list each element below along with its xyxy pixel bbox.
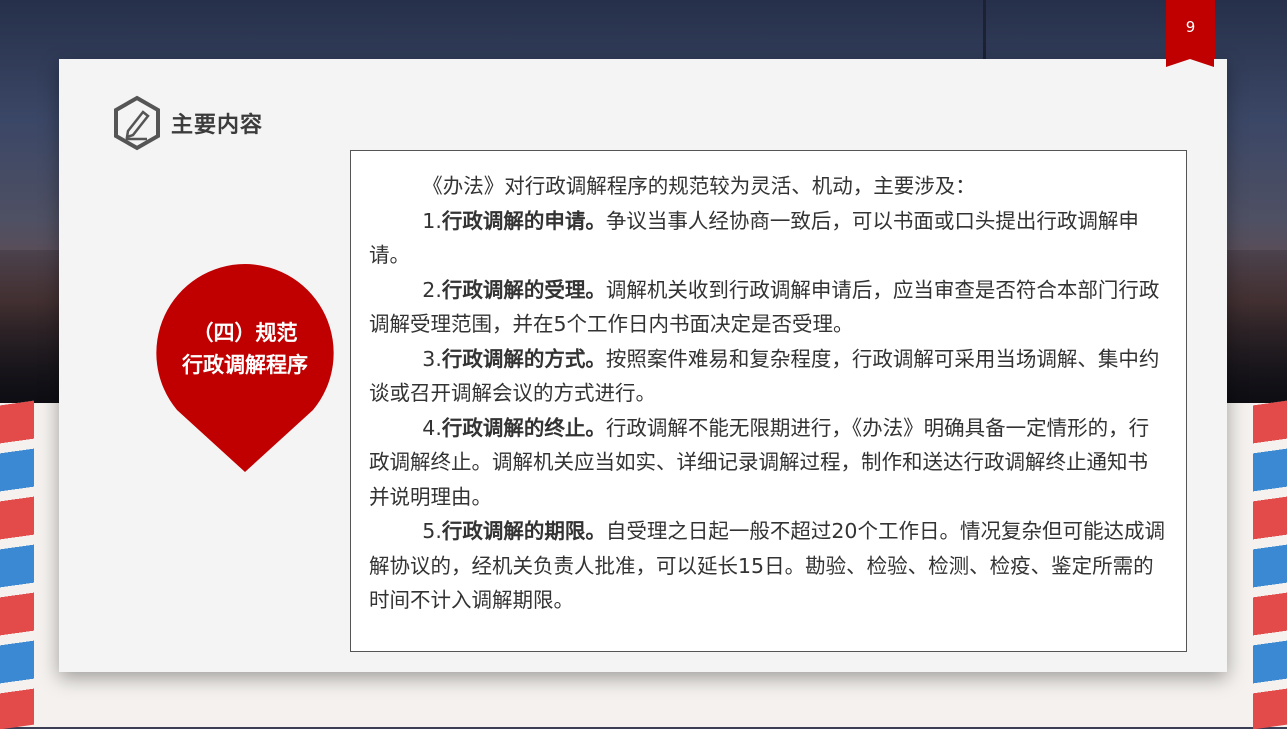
list-item: 5.行政调解的期限。自受理之日起一般不超过20个工作日。情况复杂但可能达成调解协… (369, 514, 1168, 618)
background-tower (983, 0, 986, 60)
list-item: 4.行政调解的终止。行政调解不能无限期进行，《办法》明确具备一定情形的，行政调解… (369, 411, 1168, 515)
item-number: 4. (422, 415, 442, 440)
item-title: 行政调解的受理。 (441, 277, 606, 302)
envelope-stripe-right (1253, 400, 1287, 729)
item-number: 3. (422, 346, 442, 371)
section-heading: 主要内容 (113, 95, 263, 151)
item-title: 行政调解的终止。 (441, 415, 606, 440)
heading-title: 主要内容 (171, 113, 264, 138)
badge-line-2: 行政调解程序 (182, 353, 308, 377)
badge-line-1: （四）规范 (192, 321, 298, 345)
page-number-tab: 9 (1166, 0, 1215, 67)
item-number: 2. (422, 277, 442, 302)
intro-paragraph: 《办法》对行政调解程序的规范较为灵活、机动，主要涉及： (422, 174, 976, 198)
item-title: 行政调解的申请。 (441, 208, 606, 233)
list-item: 1.行政调解的申请。争议当事人经协商一致后，可以书面或口头提出行政调解申请。 (369, 204, 1168, 273)
item-title: 行政调解的方式。 (441, 346, 606, 371)
page-number: 9 (1185, 18, 1196, 36)
section-badge-label: （四）规范 行政调解程序 (154, 317, 336, 381)
list-item: 2.行政调解的受理。调解机关收到行政调解申请后，应当审查是否符合本部门行政调解受… (369, 273, 1168, 342)
envelope-stripe-left (0, 400, 34, 729)
list-item: 3.行政调解的方式。按照案件难易和复杂程度，行政调解可采用当场调解、集中约谈或召… (369, 342, 1168, 411)
item-number: 5. (422, 519, 442, 543)
item-number: 1. (422, 208, 442, 233)
content-text-box: 《办法》对行政调解程序的规范较为灵活、机动，主要涉及： 1.行政调解的申请。争议… (350, 150, 1187, 652)
pencil-hexagon-icon (114, 95, 160, 151)
item-title: 行政调解的期限。 (441, 519, 606, 543)
